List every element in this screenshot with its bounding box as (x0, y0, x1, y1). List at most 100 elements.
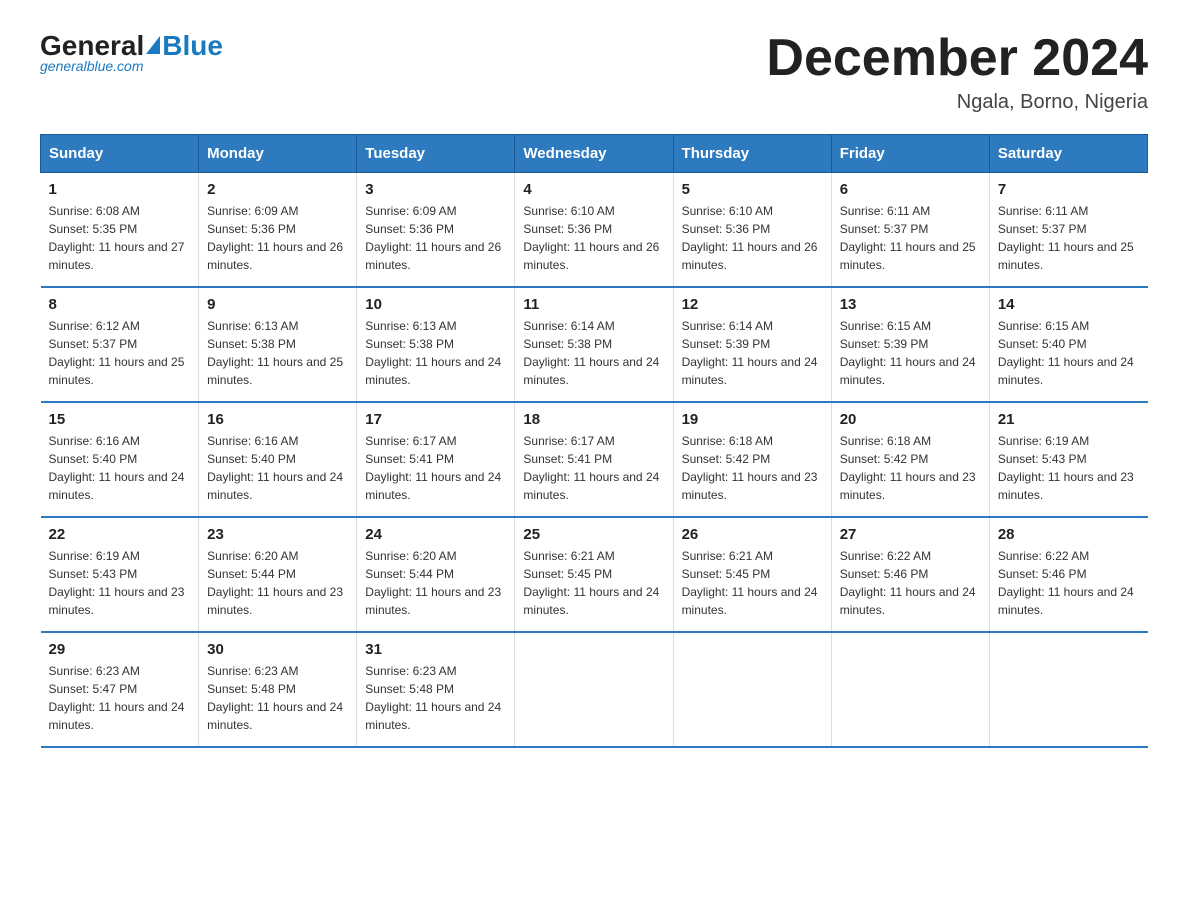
day-info: Sunrise: 6:10 AM Sunset: 5:36 PM Dayligh… (523, 202, 664, 274)
calendar-cell: 26 Sunrise: 6:21 AM Sunset: 5:45 PM Dayl… (673, 517, 831, 632)
calendar-cell (515, 632, 673, 747)
daylight-label: Daylight: 11 hours and 23 minutes. (682, 470, 818, 502)
daylight-label: Daylight: 11 hours and 26 minutes. (523, 240, 659, 272)
sunset-label: Sunset: 5:38 PM (523, 337, 612, 351)
daylight-label: Daylight: 11 hours and 26 minutes. (207, 240, 343, 272)
calendar-cell: 23 Sunrise: 6:20 AM Sunset: 5:44 PM Dayl… (199, 517, 357, 632)
daylight-label: Daylight: 11 hours and 24 minutes. (998, 355, 1134, 387)
sunrise-label: Sunrise: 6:20 AM (207, 549, 298, 563)
title-block: December 2024 Ngala, Borno, Nigeria (766, 30, 1148, 114)
day-info: Sunrise: 6:22 AM Sunset: 5:46 PM Dayligh… (840, 547, 981, 619)
sunrise-label: Sunrise: 6:16 AM (49, 434, 140, 448)
sunset-label: Sunset: 5:36 PM (207, 222, 296, 236)
day-number: 29 (49, 641, 191, 658)
day-number: 13 (840, 296, 981, 313)
sunset-label: Sunset: 5:42 PM (682, 452, 771, 466)
calendar-cell: 9 Sunrise: 6:13 AM Sunset: 5:38 PM Dayli… (199, 287, 357, 402)
day-number: 21 (998, 411, 1140, 428)
calendar-cell: 6 Sunrise: 6:11 AM Sunset: 5:37 PM Dayli… (831, 173, 989, 288)
calendar-cell: 4 Sunrise: 6:10 AM Sunset: 5:36 PM Dayli… (515, 173, 673, 288)
calendar-cell: 8 Sunrise: 6:12 AM Sunset: 5:37 PM Dayli… (41, 287, 199, 402)
sunrise-label: Sunrise: 6:17 AM (365, 434, 456, 448)
logo-tagline: generalblue.com (40, 58, 144, 74)
calendar-cell: 29 Sunrise: 6:23 AM Sunset: 5:47 PM Dayl… (41, 632, 199, 747)
day-number: 15 (49, 411, 191, 428)
day-info: Sunrise: 6:17 AM Sunset: 5:41 PM Dayligh… (523, 432, 664, 504)
day-info: Sunrise: 6:15 AM Sunset: 5:40 PM Dayligh… (998, 317, 1140, 389)
header-friday: Friday (831, 135, 989, 173)
sunset-label: Sunset: 5:48 PM (365, 682, 454, 696)
calendar-cell (989, 632, 1147, 747)
daylight-label: Daylight: 11 hours and 23 minutes. (49, 585, 185, 617)
calendar-table: SundayMondayTuesdayWednesdayThursdayFrid… (40, 134, 1148, 748)
sunrise-label: Sunrise: 6:23 AM (49, 664, 140, 678)
day-number: 31 (365, 641, 506, 658)
day-info: Sunrise: 6:16 AM Sunset: 5:40 PM Dayligh… (49, 432, 191, 504)
day-number: 18 (523, 411, 664, 428)
sunrise-label: Sunrise: 6:14 AM (523, 319, 614, 333)
week-row-0: 1 Sunrise: 6:08 AM Sunset: 5:35 PM Dayli… (41, 173, 1148, 288)
sunset-label: Sunset: 5:41 PM (365, 452, 454, 466)
header-saturday: Saturday (989, 135, 1147, 173)
sunset-label: Sunset: 5:38 PM (365, 337, 454, 351)
sunset-label: Sunset: 5:37 PM (840, 222, 929, 236)
sunset-label: Sunset: 5:40 PM (207, 452, 296, 466)
day-info: Sunrise: 6:23 AM Sunset: 5:48 PM Dayligh… (365, 662, 506, 734)
calendar-cell: 1 Sunrise: 6:08 AM Sunset: 5:35 PM Dayli… (41, 173, 199, 288)
calendar-cell: 30 Sunrise: 6:23 AM Sunset: 5:48 PM Dayl… (199, 632, 357, 747)
daylight-label: Daylight: 11 hours and 24 minutes. (365, 355, 501, 387)
day-number: 20 (840, 411, 981, 428)
calendar-cell: 12 Sunrise: 6:14 AM Sunset: 5:39 PM Dayl… (673, 287, 831, 402)
day-number: 6 (840, 181, 981, 198)
sunset-label: Sunset: 5:41 PM (523, 452, 612, 466)
sunset-label: Sunset: 5:37 PM (998, 222, 1087, 236)
calendar-cell: 3 Sunrise: 6:09 AM Sunset: 5:36 PM Dayli… (357, 173, 515, 288)
sunrise-label: Sunrise: 6:15 AM (840, 319, 931, 333)
daylight-label: Daylight: 11 hours and 25 minutes. (207, 355, 343, 387)
calendar-cell: 13 Sunrise: 6:15 AM Sunset: 5:39 PM Dayl… (831, 287, 989, 402)
daylight-label: Daylight: 11 hours and 24 minutes. (49, 470, 185, 502)
day-number: 5 (682, 181, 823, 198)
calendar-cell: 11 Sunrise: 6:14 AM Sunset: 5:38 PM Dayl… (515, 287, 673, 402)
calendar-cell: 27 Sunrise: 6:22 AM Sunset: 5:46 PM Dayl… (831, 517, 989, 632)
sunrise-label: Sunrise: 6:21 AM (682, 549, 773, 563)
week-row-3: 22 Sunrise: 6:19 AM Sunset: 5:43 PM Dayl… (41, 517, 1148, 632)
day-info: Sunrise: 6:08 AM Sunset: 5:35 PM Dayligh… (49, 202, 191, 274)
daylight-label: Daylight: 11 hours and 24 minutes. (840, 355, 976, 387)
calendar-cell (673, 632, 831, 747)
daylight-label: Daylight: 11 hours and 27 minutes. (49, 240, 185, 272)
daylight-label: Daylight: 11 hours and 24 minutes. (840, 585, 976, 617)
sunrise-label: Sunrise: 6:15 AM (998, 319, 1089, 333)
day-info: Sunrise: 6:20 AM Sunset: 5:44 PM Dayligh… (207, 547, 348, 619)
sunset-label: Sunset: 5:47 PM (49, 682, 138, 696)
day-info: Sunrise: 6:11 AM Sunset: 5:37 PM Dayligh… (840, 202, 981, 274)
day-number: 4 (523, 181, 664, 198)
week-row-2: 15 Sunrise: 6:16 AM Sunset: 5:40 PM Dayl… (41, 402, 1148, 517)
sunset-label: Sunset: 5:38 PM (207, 337, 296, 351)
day-info: Sunrise: 6:23 AM Sunset: 5:48 PM Dayligh… (207, 662, 348, 734)
day-number: 14 (998, 296, 1140, 313)
day-number: 28 (998, 526, 1140, 543)
day-info: Sunrise: 6:10 AM Sunset: 5:36 PM Dayligh… (682, 202, 823, 274)
day-number: 3 (365, 181, 506, 198)
sunset-label: Sunset: 5:45 PM (523, 567, 612, 581)
day-number: 22 (49, 526, 191, 543)
calendar-header: SundayMondayTuesdayWednesdayThursdayFrid… (41, 135, 1148, 173)
sunrise-label: Sunrise: 6:23 AM (365, 664, 456, 678)
daylight-label: Daylight: 11 hours and 25 minutes. (998, 240, 1134, 272)
calendar-cell: 14 Sunrise: 6:15 AM Sunset: 5:40 PM Dayl… (989, 287, 1147, 402)
daylight-label: Daylight: 11 hours and 24 minutes. (49, 700, 185, 732)
day-info: Sunrise: 6:18 AM Sunset: 5:42 PM Dayligh… (840, 432, 981, 504)
daylight-label: Daylight: 11 hours and 24 minutes. (523, 355, 659, 387)
sunrise-label: Sunrise: 6:08 AM (49, 204, 140, 218)
day-info: Sunrise: 6:18 AM Sunset: 5:42 PM Dayligh… (682, 432, 823, 504)
sunset-label: Sunset: 5:42 PM (840, 452, 929, 466)
page-subtitle: Ngala, Borno, Nigeria (766, 91, 1148, 114)
day-number: 12 (682, 296, 823, 313)
calendar-cell: 20 Sunrise: 6:18 AM Sunset: 5:42 PM Dayl… (831, 402, 989, 517)
daylight-label: Daylight: 11 hours and 23 minutes. (998, 470, 1134, 502)
calendar-cell: 2 Sunrise: 6:09 AM Sunset: 5:36 PM Dayli… (199, 173, 357, 288)
day-number: 16 (207, 411, 348, 428)
daylight-label: Daylight: 11 hours and 24 minutes. (207, 470, 343, 502)
calendar-cell: 28 Sunrise: 6:22 AM Sunset: 5:46 PM Dayl… (989, 517, 1147, 632)
